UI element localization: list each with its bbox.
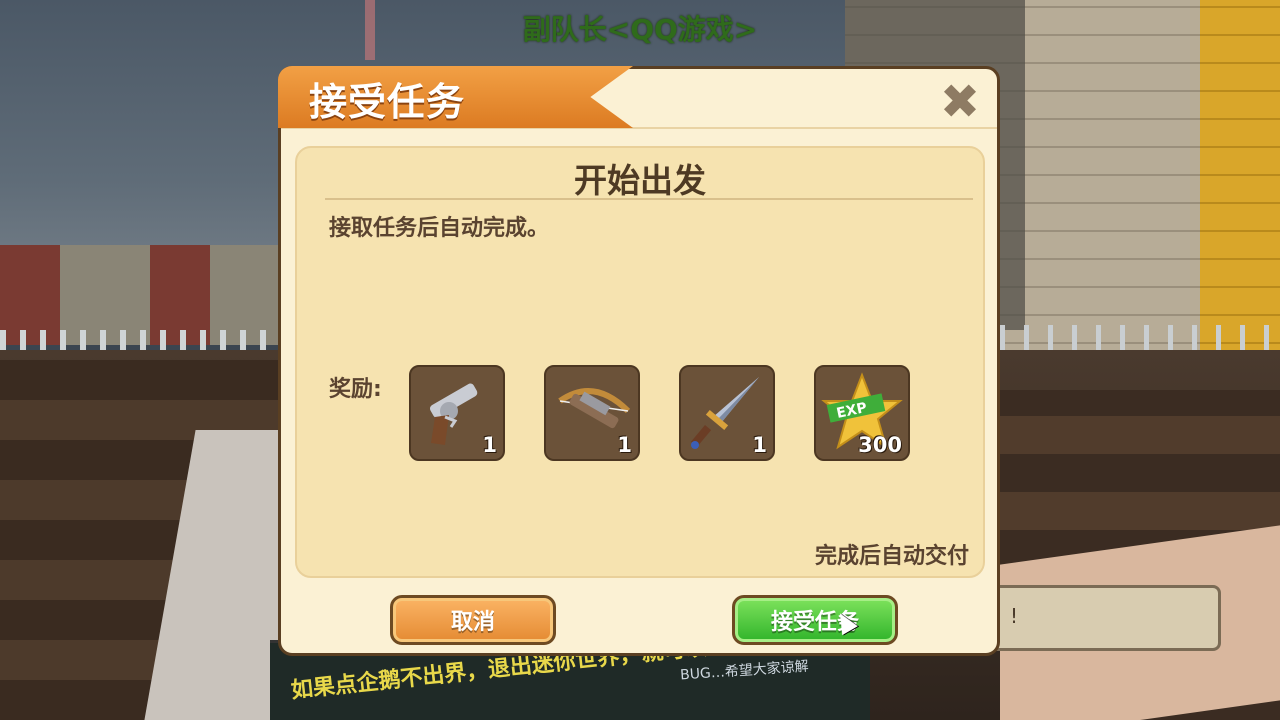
quest-description: 接取任务后自动完成。 <box>329 216 550 241</box>
chat-input[interactable] <box>985 585 1221 651</box>
fence-left <box>0 330 280 352</box>
quest-title: 开始出发 <box>574 161 706 200</box>
reward-slot-revolver[interactable]: 1 <box>409 365 505 461</box>
reward-slot-crossbow[interactable]: 1 <box>544 365 640 461</box>
cancel-button[interactable]: 取消 <box>390 595 556 645</box>
close-button[interactable]: ✖ <box>937 74 983 130</box>
accept-quest-dialog: 接受任务 ✖ 开始出发 接取任务后自动完成。 奖励: 1 1 1 EXP 300… <box>278 66 1000 656</box>
reward-count: 1 <box>617 433 632 457</box>
close-icon: ✖ <box>939 74 981 130</box>
quest-panel: 开始出发 接取任务后自动完成。 奖励: 1 1 1 EXP 300 完成后自动交… <box>295 146 985 578</box>
reward-count: 1 <box>752 433 767 457</box>
auto-deliver-note: 完成后自动交付 <box>814 544 969 569</box>
player-nametag: 副队长<QQ游戏> <box>522 13 758 46</box>
reward-label: 奖励: <box>329 377 382 402</box>
divider <box>325 198 973 200</box>
accept-quest-button[interactable]: 接受任务 <box>732 595 898 645</box>
dialog-title: 接受任务 <box>309 80 466 124</box>
reward-count: 1 <box>482 433 497 457</box>
reward-count: 300 <box>858 433 902 457</box>
reward-slot-exp[interactable]: EXP 300 <box>814 365 910 461</box>
reward-slot-dagger[interactable]: 1 <box>679 365 775 461</box>
